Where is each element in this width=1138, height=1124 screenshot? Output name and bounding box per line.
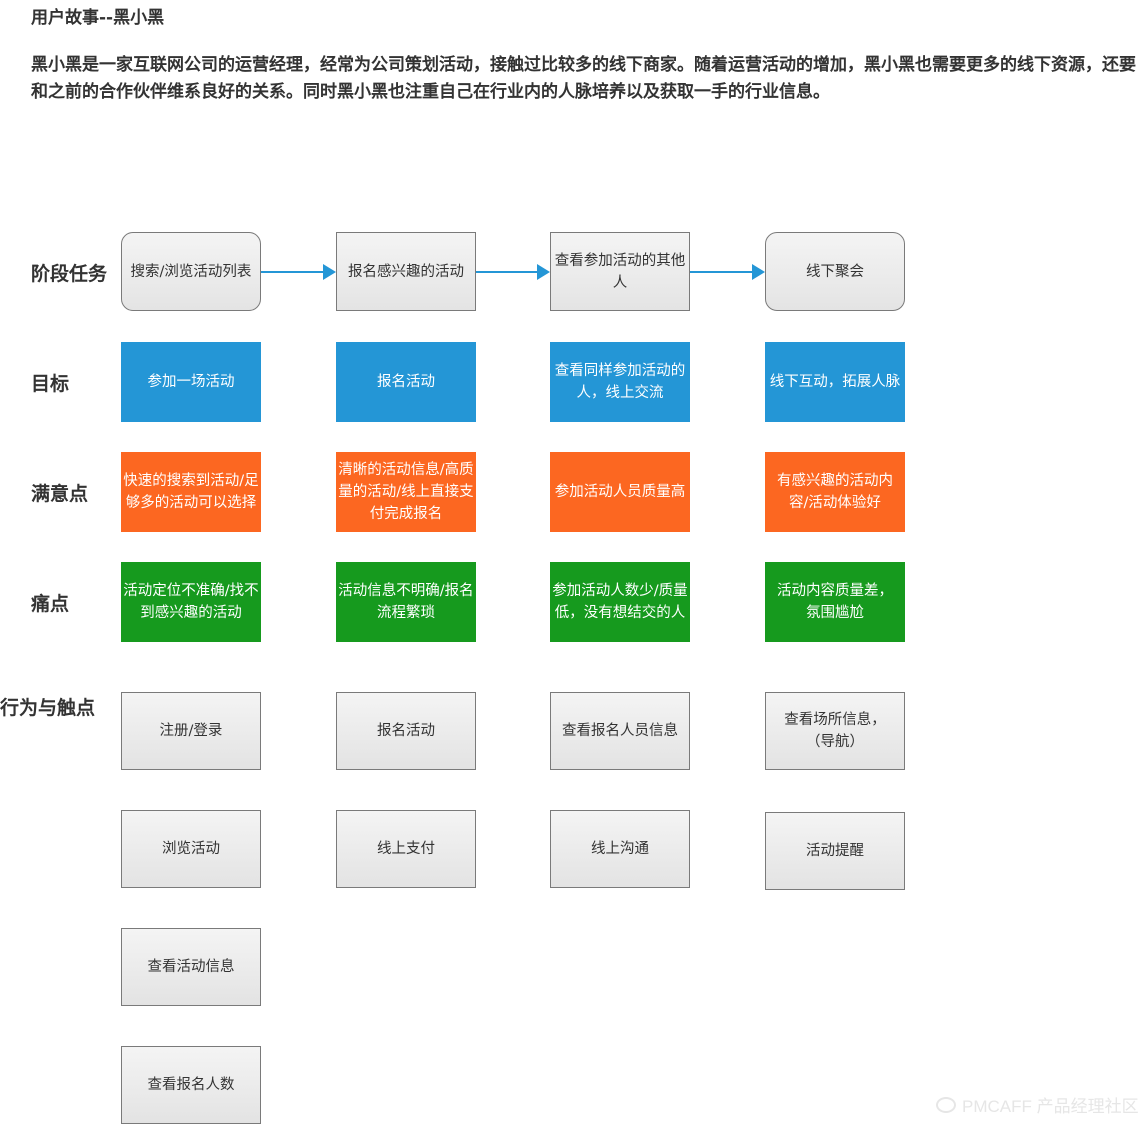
watermark: PMCAFF 产品经理社区 xyxy=(936,1092,1138,1117)
goal-box: 参加一场活动 xyxy=(121,342,261,422)
touchpoint-box: 查看报名人员信息 xyxy=(550,692,690,770)
pain-box: 活动信息不明确/报名流程繁琐 xyxy=(336,562,476,642)
flow-arrow xyxy=(261,264,336,280)
row-label-goal: 目标 xyxy=(31,373,70,395)
row-label-touchpoints: 行为与触点 xyxy=(0,697,96,719)
touchpoint-box: 注册/登录 xyxy=(121,692,261,770)
satisfaction-box: 快速的搜索到活动/足够多的活动可以选择 xyxy=(121,452,261,532)
stage-text: 查看参加活动的其他人 xyxy=(554,252,686,291)
touchpoint-text: 线上沟通 xyxy=(591,841,649,857)
touchpoint-text: 查看场所信息，（导航） xyxy=(784,712,886,750)
stage-box: 查看参加活动的其他人 xyxy=(550,232,690,311)
goal-text: 报名活动 xyxy=(377,374,435,390)
touchpoint-box: 浏览活动 xyxy=(121,810,261,888)
row-label-stage: 阶段任务 xyxy=(31,263,108,285)
satisfaction-text: 有感兴趣的活动内容/活动体验好 xyxy=(777,473,893,511)
row-label-satisfaction: 满意点 xyxy=(31,483,89,505)
touchpoint-text: 浏览活动 xyxy=(162,841,220,857)
touchpoint-text: 报名活动 xyxy=(377,723,435,739)
touchpoint-box: 线上沟通 xyxy=(550,810,690,888)
pmcaff-logo-icon xyxy=(936,1096,956,1113)
row-label-pain: 痛点 xyxy=(31,593,70,615)
stage-box: 报名感兴趣的活动 xyxy=(336,232,476,311)
touchpoint-text: 查看活动信息 xyxy=(147,959,235,975)
satisfaction-text: 快速的搜索到活动/足够多的活动可以选择 xyxy=(123,473,259,511)
stage-box: 线下聚会 xyxy=(765,232,905,311)
goal-box: 查看同样参加活动的人，线上交流 xyxy=(550,342,690,422)
satisfaction-text: 清晰的活动信息/高质量的活动/线上直接支付完成报名 xyxy=(338,462,474,522)
pain-text: 参加活动人数少/质量低，没有想结交的人 xyxy=(552,583,688,621)
touchpoint-box: 活动提醒 xyxy=(765,812,905,890)
touchpoint-box: 报名活动 xyxy=(336,692,476,770)
watermark-text: PMCAFF 产品经理社区 xyxy=(962,1097,1138,1116)
flow-arrow xyxy=(690,264,765,280)
goal-box: 线下互动，拓展人脉 xyxy=(765,342,905,422)
touchpoint-text: 查看报名人员信息 xyxy=(562,723,678,739)
pain-box: 活动内容质量差，氛围尴尬 xyxy=(765,562,905,642)
touchpoint-box: 查看场所信息，（导航） xyxy=(765,692,905,770)
satisfaction-box: 参加活动人员质量高 xyxy=(550,452,690,532)
satisfaction-box: 清晰的活动信息/高质量的活动/线上直接支付完成报名 xyxy=(336,452,476,532)
stage-text: 搜索/浏览活动列表 xyxy=(130,263,252,280)
touchpoint-text: 活动提醒 xyxy=(806,843,864,859)
goal-box: 报名活动 xyxy=(336,342,476,422)
stage-box: 搜索/浏览活动列表 xyxy=(121,232,261,311)
pain-text: 活动内容质量差，氛围尴尬 xyxy=(777,583,893,621)
touchpoint-text: 线上支付 xyxy=(377,841,435,857)
goal-text: 查看同样参加活动的人，线上交流 xyxy=(554,363,686,401)
touchpoint-box: 查看活动信息 xyxy=(121,928,261,1006)
goal-text: 线下互动，拓展人脉 xyxy=(769,374,901,390)
pain-box: 活动定位不准确/找不到感兴趣的活动 xyxy=(121,562,261,642)
pain-box: 参加活动人数少/质量低，没有想结交的人 xyxy=(550,562,690,642)
touchpoint-text: 注册/登录 xyxy=(159,723,223,739)
flow-arrow xyxy=(476,264,550,280)
satisfaction-box: 有感兴趣的活动内容/活动体验好 xyxy=(765,452,905,532)
goal-text: 参加一场活动 xyxy=(147,374,235,390)
satisfaction-text: 参加活动人员质量高 xyxy=(554,484,686,500)
stage-text: 报名感兴趣的活动 xyxy=(348,263,464,280)
stage-text: 线下聚会 xyxy=(806,263,864,280)
touchpoint-box: 查看报名人数 xyxy=(121,1046,261,1124)
pain-text: 活动信息不明确/报名流程繁琐 xyxy=(338,583,474,621)
touchpoint-text: 查看报名人数 xyxy=(147,1077,235,1093)
touchpoint-box: 线上支付 xyxy=(336,810,476,888)
pain-text: 活动定位不准确/找不到感兴趣的活动 xyxy=(123,583,259,621)
story-description: 黑小黑是一家互联网公司的运营经理，经常为公司策划活动，接触过比较多的线下商家。随… xyxy=(31,55,1136,102)
page-title: 用户故事--黑小黑 xyxy=(31,8,165,28)
